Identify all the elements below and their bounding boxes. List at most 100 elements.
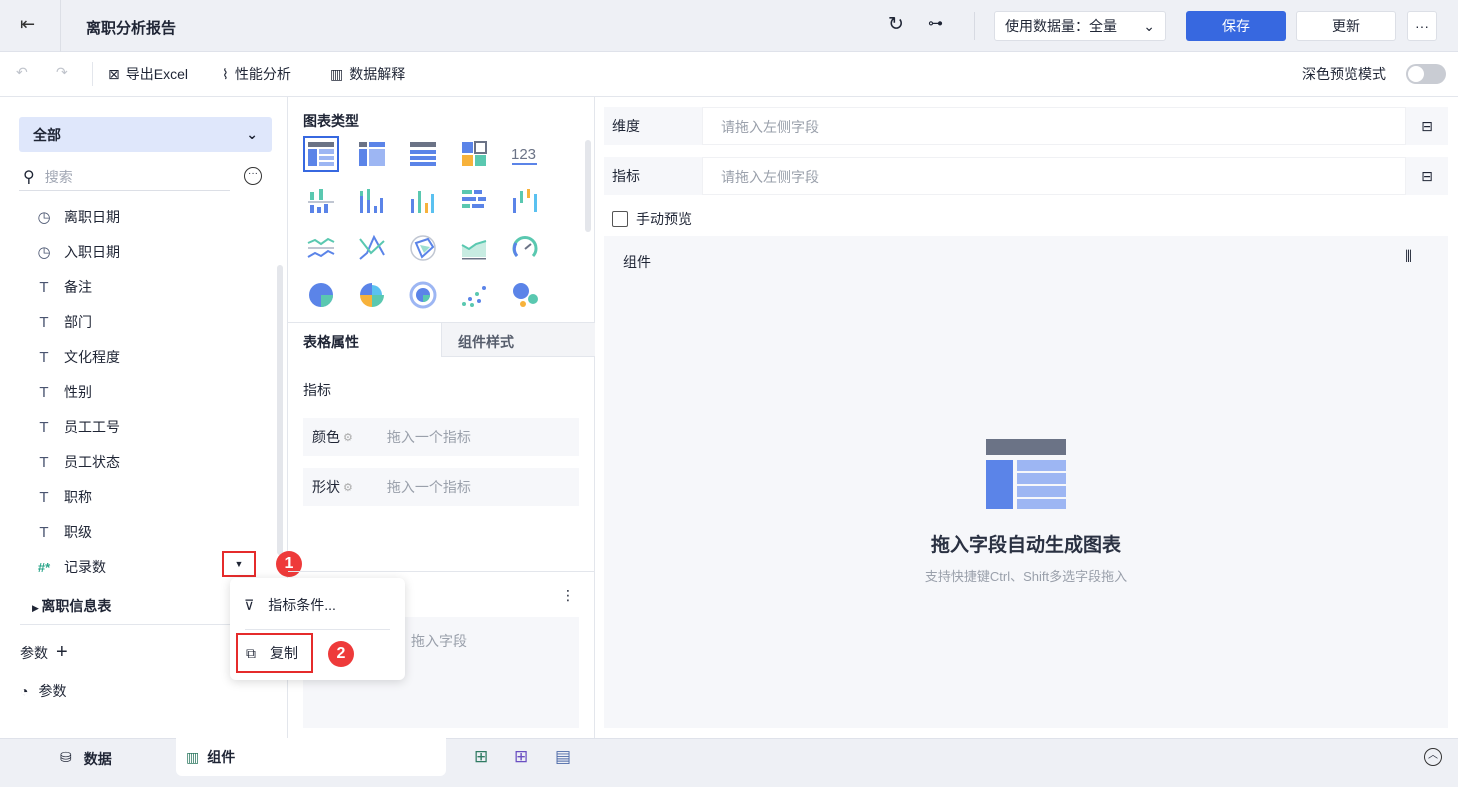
text-icon: T — [39, 418, 49, 436]
field-item[interactable]: ◷ 入职日期 — [36, 242, 120, 262]
redo-icon[interactable]: ↷ — [56, 64, 68, 81]
export-excel-button[interactable]: ⊠ 导出Excel — [108, 64, 188, 84]
field-dropdown-highlight[interactable]: ▼ — [222, 551, 256, 577]
scope-select[interactable]: 全部 ⌄ — [19, 117, 272, 152]
save-button[interactable]: 保存 — [1186, 11, 1286, 41]
field-item[interactable]: T 文化程度 — [36, 347, 120, 367]
range-bar-chart-icon[interactable] — [507, 183, 543, 219]
rose-chart-icon[interactable] — [354, 277, 390, 313]
scrollbar[interactable] — [277, 265, 283, 555]
metric-settings-icon[interactable]: ⊟ — [1406, 168, 1448, 185]
divider — [60, 0, 61, 52]
menu-item-copy[interactable]: ⧉ 复制 — [236, 633, 313, 673]
performance-button[interactable]: ⌇ 性能分析 — [222, 64, 291, 84]
field-label: 员工工号 — [64, 419, 120, 435]
bubble-chart-icon[interactable] — [507, 277, 543, 313]
kpi-grid-chart-icon[interactable] — [456, 136, 492, 172]
field-item[interactable]: #* 记录数 — [36, 557, 106, 577]
grouped-bar-chart-icon[interactable] — [303, 183, 339, 219]
report-title: 离职分析报告 — [86, 20, 177, 37]
dark-mode-toggle[interactable] — [1406, 64, 1446, 84]
number-chart-icon[interactable]: 123 — [507, 136, 543, 172]
table-placeholder-icon — [986, 439, 1066, 509]
chart-type-title: 图表类型 — [303, 113, 359, 129]
text-icon: T — [39, 313, 49, 331]
field-item[interactable]: T 职级 — [36, 522, 92, 542]
text-icon: T — [39, 348, 49, 366]
color-drop-zone[interactable]: 颜色 ⚙ 拖入一个指标 — [303, 418, 579, 456]
field-item[interactable]: T 部门 — [36, 312, 92, 332]
tab-component[interactable]: ▥ 组件 — [176, 738, 446, 776]
stacked-bar-chart-icon[interactable] — [354, 183, 390, 219]
data-amount-value: 使用数据量：全量 — [1005, 18, 1117, 34]
search-input[interactable]: ⚲ 搜索 — [19, 163, 230, 191]
tab-component-style[interactable]: 组件样式 — [441, 323, 595, 357]
refresh-icon[interactable]: ↻ — [888, 13, 904, 36]
detail-table-chart-icon[interactable] — [405, 136, 441, 172]
data-amount-select[interactable]: 使用数据量：全量 ⌄ — [994, 11, 1166, 41]
collapse-icon[interactable]: ︿ — [1424, 748, 1442, 766]
grouped-bar-chart-glyph — [308, 189, 334, 213]
caret-right-icon: ▶ — [32, 603, 42, 613]
field-item[interactable]: T 备注 — [36, 277, 92, 297]
tab-data[interactable]: ⛁ 数据 — [60, 749, 112, 769]
clock-icon: ◷ — [37, 209, 51, 226]
shape-drop-zone[interactable]: 形状 ⚙ 拖入一个指标 — [303, 468, 579, 506]
empty-hint: 支持快捷键Ctrl、Shift多选字段拖入 — [924, 569, 1128, 584]
data-explain-button[interactable]: ▥ 数据解释 — [330, 64, 405, 84]
add-chart-icon[interactable]: ⊞ — [474, 747, 488, 767]
horizontal-bar-chart-icon[interactable] — [456, 183, 492, 219]
drop-field-placeholder: 拖入字段 — [411, 633, 467, 649]
gear-icon[interactable]: ⚙ — [343, 481, 353, 494]
table-node[interactable]: ▶ 离职信息表 — [32, 596, 111, 616]
crosstab-chart-icon[interactable] — [354, 136, 390, 172]
explain-label: 数据解释 — [349, 66, 406, 82]
ring-chart-icon[interactable] — [405, 277, 441, 313]
export-label: 导出Excel — [125, 66, 188, 82]
gauge-chart-icon[interactable] — [507, 230, 543, 266]
field-label: 离职日期 — [64, 209, 120, 225]
field-item[interactable]: T 职称 — [36, 487, 92, 507]
radar-chart-glyph — [410, 235, 436, 261]
tab-label: 组件样式 — [458, 334, 514, 350]
exit-icon[interactable]: ⇤ — [20, 14, 35, 35]
kebab-menu-icon[interactable]: ⋮ — [561, 587, 575, 604]
more-options-icon[interactable]: ··· — [244, 167, 262, 185]
add-layout-icon[interactable]: ⊞ — [514, 747, 528, 767]
lineage-icon[interactable]: ⊶ — [928, 14, 943, 32]
update-button[interactable]: 更新 — [1296, 11, 1396, 41]
manual-preview-checkbox[interactable]: 手动预览 — [612, 209, 692, 229]
chart-switch-icon[interactable]: ⦀ — [1405, 249, 1412, 267]
field-label: 部门 — [64, 314, 92, 330]
text-icon: T — [39, 523, 49, 541]
metric-row[interactable]: 指标 请拖入左侧字段 ⊟ — [604, 157, 1448, 195]
scrollbar[interactable] — [585, 140, 591, 232]
gear-icon[interactable]: ⚙ — [343, 431, 353, 444]
kpi-grid-chart-glyph — [462, 141, 487, 166]
area-chart-icon[interactable] — [456, 230, 492, 266]
tab-label: 组件 — [207, 749, 236, 765]
tab-table-properties[interactable]: 表格属性 — [303, 332, 359, 352]
param-item[interactable]: ◔ 参数 — [20, 681, 66, 701]
menu-item-label: 复制 — [270, 645, 298, 661]
dimension-settings-icon[interactable]: ⊟ — [1406, 118, 1448, 135]
radar-chart-icon[interactable] — [405, 230, 441, 266]
field-item[interactable]: ◷ 离职日期 — [36, 207, 120, 227]
scatter-chart-icon[interactable] — [456, 277, 492, 313]
cross-line-chart-icon[interactable] — [354, 230, 390, 266]
column-chart-icon[interactable] — [405, 183, 441, 219]
menu-item-indicator-condition[interactable]: ⊽ 指标条件... — [244, 595, 336, 615]
number-icon: #* — [37, 559, 51, 575]
table-chart-icon[interactable] — [303, 136, 339, 172]
add-param-icon[interactable]: + — [56, 641, 68, 664]
field-item[interactable]: T 性别 — [36, 382, 92, 402]
dimension-row[interactable]: 维度 请拖入左侧字段 ⊟ — [604, 107, 1448, 145]
multi-line-chart-icon[interactable] — [303, 230, 339, 266]
add-report-icon[interactable]: ▤ — [555, 747, 571, 767]
undo-icon[interactable]: ↶ — [16, 64, 28, 81]
field-item[interactable]: T 员工状态 — [36, 452, 120, 472]
pie-chart-icon[interactable] — [303, 277, 339, 313]
field-item[interactable]: T 员工工号 — [36, 417, 120, 437]
more-button[interactable]: ··· — [1407, 11, 1437, 41]
svg-text:123: 123 — [511, 146, 536, 163]
